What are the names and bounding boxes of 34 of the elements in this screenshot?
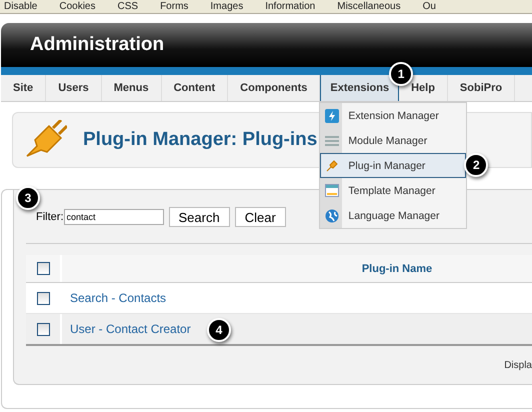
select-all-checkbox[interactable] — [36, 262, 50, 275]
toolbar-item[interactable]: Ou — [422, 0, 436, 13]
toolbar-item[interactable]: Images — [210, 0, 244, 13]
dropdown-item[interactable]: Module Manager — [320, 128, 466, 153]
display-label: Displa — [504, 360, 532, 370]
toolbar-item[interactable]: CSS — [118, 0, 138, 13]
filter-button[interactable]: Search — [168, 207, 230, 227]
toolbar-item[interactable]: Disable — [4, 0, 38, 13]
callout-badge: 3 — [16, 186, 40, 210]
filter-label: Filter: — [36, 211, 64, 223]
globe-icon — [325, 208, 340, 222]
page-title: Plug-in Manager: Plug-ins — [83, 129, 318, 151]
filter-field[interactable]: contact — [64, 209, 164, 225]
callout-badge: 4 — [207, 318, 231, 342]
dropdown-item[interactable]: Extension Manager — [320, 103, 466, 128]
header-title: Administration — [29, 34, 164, 56]
row-checkbox[interactable] — [36, 292, 50, 304]
plugin-link[interactable]: User - Contact Creator — [70, 322, 191, 336]
dropdown-item[interactable]: Language Manager — [320, 203, 466, 228]
window-icon — [325, 184, 340, 197]
column-header[interactable]: Plug-in Name — [362, 262, 432, 274]
filter-button[interactable]: Clear — [234, 207, 286, 227]
toolbar-item[interactable]: Information — [265, 0, 316, 13]
toolbar-item[interactable]: Forms — [160, 0, 188, 13]
menu-tab[interactable]: Extensions — [320, 75, 400, 101]
lines-icon — [325, 134, 340, 146]
dropdown-item[interactable]: Plug-in Manager — [320, 153, 466, 178]
plug-icon — [325, 158, 340, 172]
plugin-link[interactable]: Search - Contacts — [70, 291, 166, 305]
toolbar-item[interactable]: Cookies — [59, 0, 96, 13]
row-checkbox[interactable] — [36, 322, 50, 336]
lightning-icon — [325, 108, 340, 122]
dropdown-item[interactable]: Template Manager — [320, 178, 466, 203]
toolbar-item[interactable]: Miscellaneous — [337, 0, 401, 13]
